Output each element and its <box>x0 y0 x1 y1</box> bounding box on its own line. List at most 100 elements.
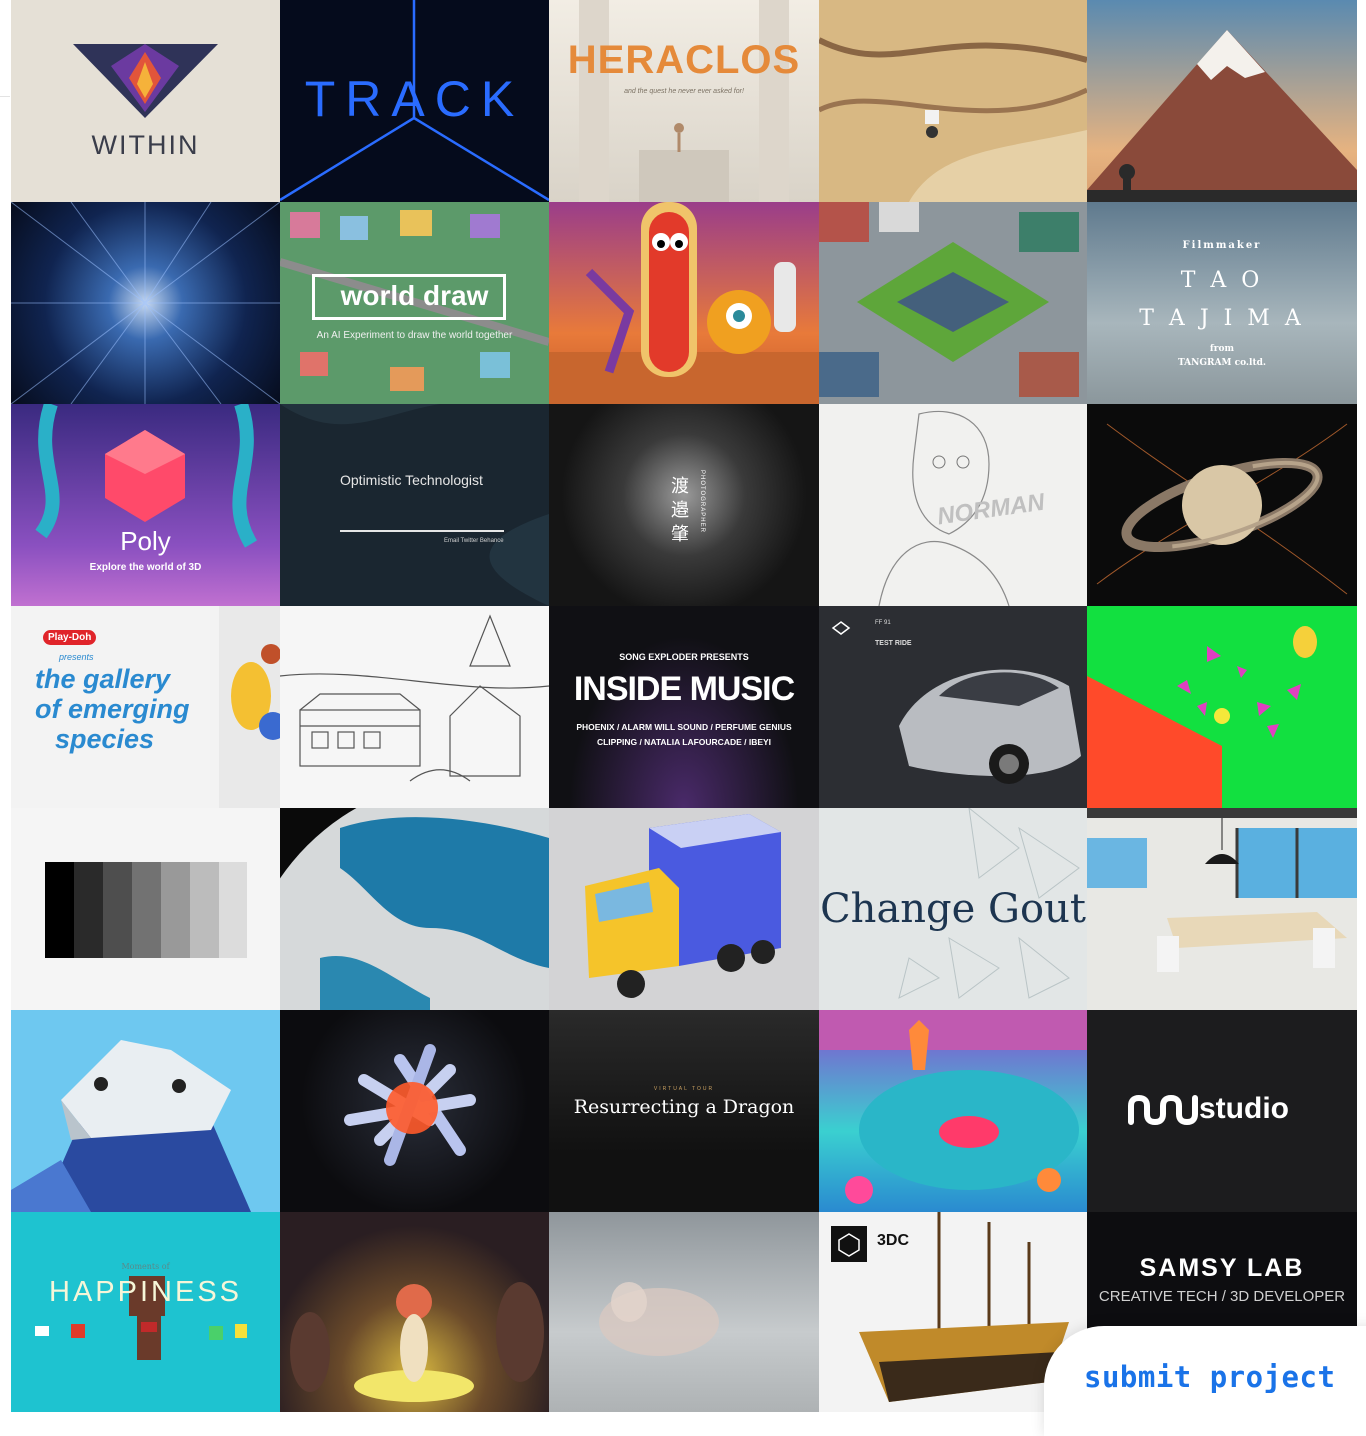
green-room-icon <box>1087 626 1317 808</box>
playdoh-logo: Play-Doh <box>43 630 97 645</box>
tile-inside-music[interactable]: SONG EXPLODER PRESENTS INSIDE MUSIC PHOE… <box>549 606 819 808</box>
tile-blue-creature[interactable] <box>11 1010 280 1212</box>
tao-kicker: Filmmaker <box>1182 240 1262 251</box>
kanji-1: 渡 <box>671 476 689 496</box>
ff91-label: TEST RIDE <box>875 640 912 647</box>
globe-icon <box>280 808 549 1010</box>
tile-poly[interactable]: Poly Explore the world of 3D <box>11 404 280 606</box>
ff91-car-icon <box>831 621 1081 784</box>
inside-music-title: INSIDE MUSIC <box>573 670 795 708</box>
submit-project-label: submit project <box>1084 1360 1336 1394</box>
tile-happiness[interactable]: Moments of HAPPINESS <box>11 1212 280 1412</box>
tile-gallery-emerging-species[interactable]: Play-Doh presents the gallery of emergin… <box>11 606 280 808</box>
tao-line2: T A J I M A <box>1139 306 1305 331</box>
poly-gem-icon <box>35 404 258 548</box>
tile-mountain[interactable] <box>1087 0 1357 202</box>
gallery-line3: species <box>55 724 155 754</box>
tile-interior[interactable] <box>1087 808 1357 1010</box>
tile-point-cloud[interactable] <box>549 1212 819 1412</box>
world-draw-title: world draw <box>340 280 489 311</box>
happiness-kicker: Moments of <box>121 1262 170 1271</box>
heraclos-title: HERACLOS <box>567 38 801 82</box>
samsy-subtitle: CREATIVE TECH / 3D DEVELOPER <box>1098 1288 1346 1305</box>
tile-desert-robot[interactable] <box>819 0 1087 202</box>
tile-world-draw[interactable]: world draw An AI Experiment to draw the … <box>280 202 549 404</box>
world-draw-subtitle: An AI Experiment to draw the world toget… <box>316 330 513 341</box>
ff91-model: FF 91 <box>875 620 891 626</box>
sidebar-divider <box>0 96 10 97</box>
track-title: TRACK <box>304 71 525 127</box>
tile-saturn[interactable] <box>1087 404 1357 606</box>
within-logo-icon <box>73 44 218 118</box>
forest-creature-icon <box>290 1282 544 1402</box>
truck-icon <box>585 814 781 998</box>
optimistic-title: Optimistic Technologist <box>340 472 483 488</box>
city-block-icon <box>819 202 1079 397</box>
tile-starfield[interactable] <box>11 202 280 404</box>
kanji-2: 邉 <box>671 500 689 520</box>
poly-subtitle: Explore the world of 3D <box>89 562 202 573</box>
within-title: WITHIN <box>91 130 200 160</box>
gallery-line1: the gallery <box>35 664 171 694</box>
gallery-presents: presents <box>59 652 94 662</box>
tile-nu-studio[interactable]: studio <box>1087 1010 1357 1212</box>
tile-pinball[interactable] <box>819 1010 1087 1212</box>
tile-tao-tajima[interactable]: Filmmaker T A O T A J I M A from TANGRAM… <box>1087 202 1357 404</box>
tile-within[interactable]: WITHIN <box>11 0 280 202</box>
point-cloud-icon <box>599 1282 719 1356</box>
sketch-train-icon <box>280 614 549 782</box>
happiness-figures-icon <box>35 1276 247 1360</box>
tile-ff91[interactable]: FF 91 TEST RIDE <box>819 606 1087 808</box>
tile-globe[interactable] <box>280 808 549 1010</box>
red-structure-icon <box>344 1044 476 1166</box>
tile-hotdog[interactable] <box>549 202 819 404</box>
happiness-title: HAPPINESS <box>49 1276 242 1308</box>
mountain-icon <box>1087 30 1357 202</box>
tile-red-structure[interactable] <box>280 1010 549 1212</box>
tile-sketch-train[interactable] <box>280 606 549 808</box>
leaves-icon <box>280 404 549 606</box>
tile-change-gout[interactable]: Change Gout <box>819 808 1087 1010</box>
tile-city-block[interactable] <box>819 202 1087 404</box>
interior-room-icon <box>1087 808 1357 972</box>
change-gout-title: Change Gout <box>820 886 1086 932</box>
samsy-title: SAMSY LAB <box>1139 1254 1305 1282</box>
tile-transmit-truck[interactable] <box>549 808 819 1010</box>
tile-norman[interactable]: NORMAN <box>819 404 1087 606</box>
nu-studio-title: studio <box>1199 1092 1289 1125</box>
photographer-kanji: 渡 邉 肇 <box>671 474 689 546</box>
submit-project-button[interactable]: submit project <box>1044 1326 1366 1436</box>
optimistic-divider <box>340 530 504 532</box>
blue-creature-icon <box>11 1040 251 1212</box>
tile-track[interactable]: TRACK <box>280 0 549 202</box>
tao-line1: T A O <box>1180 268 1264 293</box>
grayscale-swatch-icon <box>45 862 247 958</box>
dragon-kicker: VIRTUAL TOUR <box>653 1086 715 1092</box>
kanji-3: 肇 <box>671 524 689 544</box>
tile-green-room[interactable] <box>1087 606 1357 808</box>
tile-resurrecting-dragon[interactable]: VIRTUAL TOUR Resurrecting a Dragon <box>549 1010 819 1212</box>
heraclos-subtitle: and the quest he never ever asked for! <box>624 88 744 95</box>
tile-forest-creature[interactable] <box>280 1212 549 1412</box>
tile-photographer[interactable]: 渡 邉 肇 PHOTOGRAPHER <box>549 404 819 606</box>
heraclos-scene-icon <box>579 0 789 202</box>
dragon-title: Resurrecting a Dragon <box>573 1096 795 1118</box>
inside-music-kicker: SONG EXPLODER PRESENTS <box>619 652 749 662</box>
desert-robot-icon <box>819 37 1087 202</box>
inside-music-artists2: CLIPPING / NATALIA LAFOURCADE / IBEYI <box>596 737 772 747</box>
gallery-line2: of emerging <box>35 694 190 724</box>
optimistic-links[interactable]: Email Twitter Behance <box>444 538 504 544</box>
tile-grayscale[interactable] <box>11 808 280 1010</box>
3dc-badge: 3DC <box>877 1232 910 1249</box>
hotdog-characters-icon <box>549 202 819 404</box>
photographer-vertical: PHOTOGRAPHER <box>699 470 705 533</box>
inside-music-artists1: PHOENIX / ALARM WILL SOUND / PERFUME GEN… <box>576 722 792 732</box>
project-grid: WITHIN TRACK HERACLOS and the quest he n… <box>11 0 1357 1412</box>
tao-studio: TANGRAM co.ltd. <box>1177 358 1267 368</box>
tile-optimistic-technologist[interactable]: Optimistic Technologist Email Twitter Be… <box>280 404 549 606</box>
gallery-title: the gallery of emerging species <box>35 664 190 754</box>
saturn-icon <box>1096 423 1348 595</box>
tile-heraclos[interactable]: HERACLOS and the quest he never ever ask… <box>549 0 819 202</box>
starfield-icon <box>11 202 280 404</box>
pinball-icon <box>819 1010 1087 1204</box>
